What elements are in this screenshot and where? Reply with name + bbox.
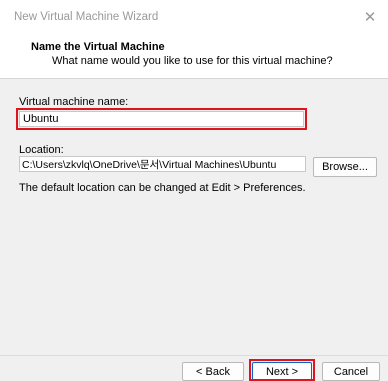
vm-name-label: Virtual machine name:: [19, 96, 129, 108]
window-title: New Virtual Machine Wizard: [14, 11, 159, 23]
wizard-header: Name the Virtual Machine What name would…: [0, 34, 388, 79]
location-label: Location:: [19, 144, 64, 156]
browse-button[interactable]: Browse...: [313, 157, 377, 177]
wizard-window: New Virtual Machine Wizard ✕ Name the Vi…: [0, 0, 388, 381]
title-bar: New Virtual Machine Wizard ✕: [0, 0, 388, 34]
default-location-note: The default location can be changed at E…: [19, 182, 306, 194]
close-icon[interactable]: ✕: [352, 0, 388, 34]
next-button[interactable]: Next >: [252, 362, 312, 381]
page-title: Name the Virtual Machine: [31, 41, 165, 53]
footer-divider: [0, 355, 388, 356]
cancel-button[interactable]: Cancel: [322, 362, 380, 381]
location-input[interactable]: [19, 156, 306, 172]
back-button[interactable]: < Back: [182, 362, 244, 381]
vm-name-input[interactable]: [19, 111, 304, 127]
page-subtitle: What name would you like to use for this…: [52, 55, 333, 67]
